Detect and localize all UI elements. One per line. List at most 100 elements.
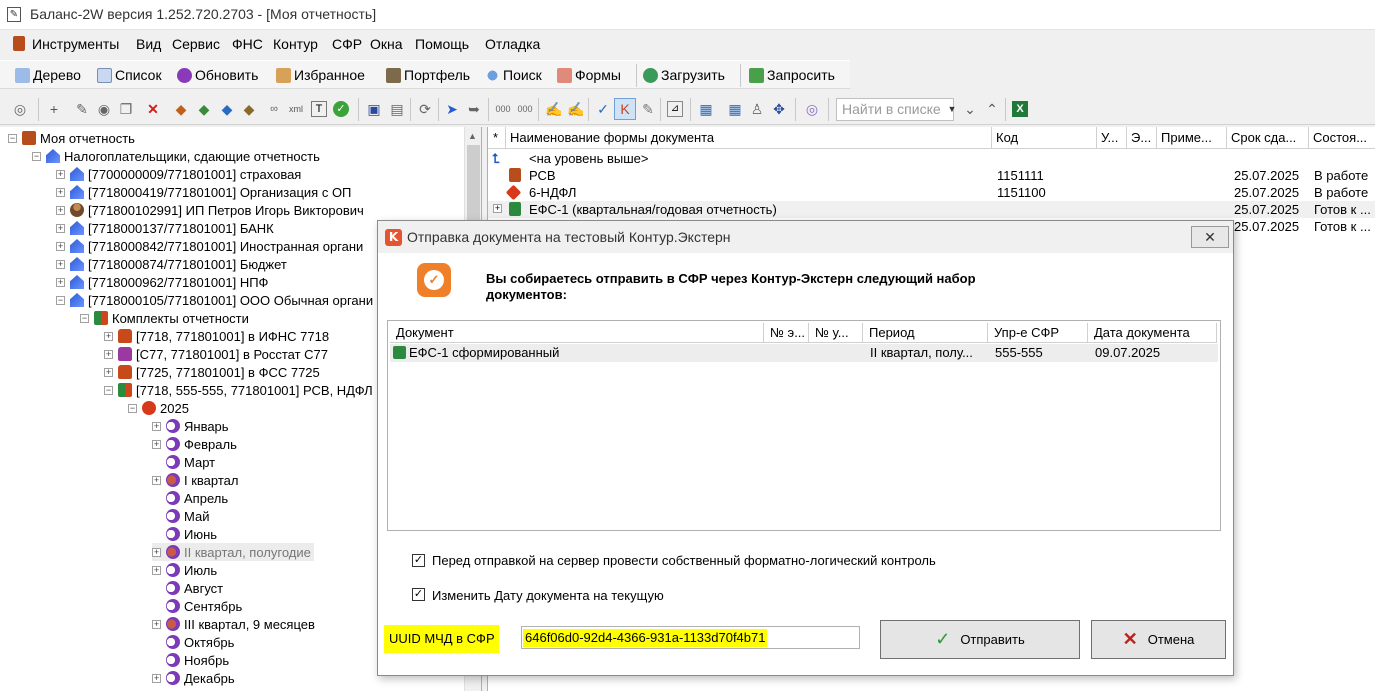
- expand-icon[interactable]: +: [56, 259, 65, 269]
- move-icon[interactable]: ✥: [771, 101, 787, 117]
- grid-row[interactable]: ЕФС-1 сформированный II квартал, полу...…: [390, 344, 1218, 362]
- tree-org[interactable]: + [771800102991] ИП Петров Игорь Викторов…: [56, 201, 364, 219]
- expand-icon[interactable]: +: [152, 547, 161, 557]
- expand-icon[interactable]: +: [56, 241, 65, 251]
- uuid-input[interactable]: 646f06d0-92d4-4366-931a-1133d70f4b71: [521, 626, 860, 649]
- tree-kit[interactable]: + [7718, 771801001] в ИФНС 7718: [104, 327, 329, 345]
- list-row[interactable]: 6-НДФЛ 1151100 25.07.2025 В работе: [488, 184, 1375, 201]
- search-prev-icon[interactable]: ⌃: [984, 101, 1000, 117]
- kontur-check-icon[interactable]: ✓: [595, 101, 611, 117]
- tree-org[interactable]: + [7718000842/771801001] Иностранная орга…: [56, 237, 363, 255]
- tree-period[interactable]: Май: [152, 507, 209, 525]
- expand-icon[interactable]: +: [56, 223, 65, 233]
- col-code[interactable]: Код: [992, 127, 1097, 149]
- grid-col-doc[interactable]: Документ: [390, 323, 764, 343]
- col-e[interactable]: Э...: [1127, 127, 1157, 149]
- portfolio-button[interactable]: Портфель: [386, 66, 470, 84]
- list-row[interactable]: + ЕФС-1 (квартальная/годовая отчетность)…: [488, 201, 1375, 218]
- sync-icon[interactable]: ⟳: [417, 101, 433, 117]
- org-icon[interactable]: ▦: [727, 101, 743, 117]
- expand-icon[interactable]: +: [152, 475, 161, 485]
- list-row-up[interactable]: ⮤ <на уровень выше>: [488, 150, 1375, 167]
- search-input[interactable]: Найти в списке: [836, 98, 954, 121]
- tree-period[interactable]: Апрель: [152, 489, 228, 507]
- tree-org[interactable]: + [7718000137/771801001] БАНК: [56, 219, 274, 237]
- collapse-icon[interactable]: −: [32, 151, 41, 161]
- user-card-icon[interactable]: ▣: [366, 101, 382, 117]
- tree-org[interactable]: + [7718000874/771801001] Бюджет: [56, 255, 287, 273]
- tree-period[interactable]: + Июль: [152, 561, 217, 579]
- expand-icon[interactable]: +: [56, 277, 65, 287]
- list-row[interactable]: РСВ 1151111 25.07.2025 В работе: [488, 167, 1375, 184]
- search-next-icon[interactable]: ⌄: [962, 101, 978, 117]
- collapse-icon[interactable]: −: [104, 385, 113, 395]
- text-icon[interactable]: T: [311, 101, 327, 117]
- tree-period[interactable]: + Февраль: [152, 435, 237, 453]
- kontur-send-icon[interactable]: K: [614, 98, 636, 120]
- col-state[interactable]: Состоя...: [1309, 127, 1375, 149]
- grid-col-upr[interactable]: Упр-е СФР: [988, 323, 1088, 343]
- collapse-icon[interactable]: −: [8, 133, 17, 143]
- col-note[interactable]: Приме...: [1157, 127, 1227, 149]
- excel-icon[interactable]: X: [1012, 101, 1028, 117]
- send-arrow-icon[interactable]: ➤: [444, 101, 460, 117]
- encrypt-icon[interactable]: 000: [495, 101, 511, 117]
- search-dropdown-icon[interactable]: ▼: [944, 101, 960, 117]
- menu-debug[interactable]: Отладка: [485, 36, 540, 52]
- receive-arrow-icon[interactable]: ➥: [466, 101, 482, 117]
- tree-year[interactable]: −2025: [128, 399, 189, 417]
- grid-col-period[interactable]: Период: [863, 323, 988, 343]
- expand-icon[interactable]: +: [152, 673, 161, 683]
- format-control-checkbox[interactable]: ✓: [412, 554, 425, 567]
- menu-view[interactable]: Вид: [136, 36, 161, 52]
- delete-icon[interactable]: ✕: [145, 101, 161, 117]
- link-icon[interactable]: ∞: [266, 101, 282, 117]
- tree-org[interactable]: + [7700000009/771801001] страховая: [56, 165, 301, 183]
- people-icon[interactable]: ♙: [749, 101, 765, 117]
- tree-org[interactable]: + [7718000419/771801001] Организация с ОП: [56, 183, 351, 201]
- col-name[interactable]: Наименование формы документа: [506, 127, 992, 149]
- grid-col-ne[interactable]: № э...: [764, 323, 809, 343]
- menu-kontur[interactable]: Контур: [273, 36, 318, 52]
- tree-kit[interactable]: − [7718, 555-555, 771801001] РСВ, НДФЛ: [104, 381, 373, 399]
- collapse-icon[interactable]: −: [56, 295, 65, 305]
- collapse-icon[interactable]: −: [128, 403, 137, 413]
- tree-period[interactable]: Август: [152, 579, 223, 597]
- tree-org[interactable]: − [7718000105/771801001] ООО Обычная орга…: [56, 291, 373, 309]
- tree-period-selected[interactable]: + II квартал, полугодие: [152, 543, 314, 561]
- decrypt-icon[interactable]: 000: [517, 101, 533, 117]
- tree-period[interactable]: Июнь: [152, 525, 217, 543]
- check-icon[interactable]: ✓: [333, 101, 349, 117]
- expand-icon[interactable]: +: [56, 169, 65, 179]
- collapse-icon[interactable]: −: [80, 313, 89, 323]
- tree-period[interactable]: + Январь: [152, 417, 229, 435]
- book-check-icon[interactable]: ◆: [241, 101, 257, 117]
- change-date-checkbox[interactable]: ✓: [412, 588, 425, 601]
- menu-windows[interactable]: Окна: [370, 36, 403, 52]
- tree-period[interactable]: Сентябрь: [152, 597, 242, 615]
- tree-org[interactable]: + [7718000962/771801001] НПФ: [56, 273, 268, 291]
- tree-period[interactable]: Ноябрь: [152, 651, 229, 669]
- expand-icon[interactable]: +: [104, 349, 113, 359]
- users-icon[interactable]: ▦: [698, 101, 714, 117]
- sign-icon[interactable]: ✍: [545, 101, 562, 117]
- tree-kit[interactable]: + [7725, 771801001] в ФСС 7725: [104, 363, 320, 381]
- view-icon[interactable]: ◎: [12, 101, 28, 117]
- tree-root[interactable]: − Моя отчетность: [8, 129, 135, 147]
- expand-icon[interactable]: +: [104, 331, 113, 341]
- book-green-icon[interactable]: ◆: [196, 101, 212, 117]
- col-u[interactable]: У...: [1097, 127, 1127, 149]
- save-icon[interactable]: ▤: [389, 101, 405, 117]
- expand-icon[interactable]: +: [152, 421, 161, 431]
- expand-icon[interactable]: +: [152, 439, 161, 449]
- menu-service[interactable]: Сервис: [172, 36, 220, 52]
- grid-col-nu[interactable]: № у...: [809, 323, 863, 343]
- menu-fns[interactable]: ФНС: [232, 36, 263, 52]
- col-due[interactable]: Срок сда...: [1227, 127, 1309, 149]
- chart-icon[interactable]: ⊿: [667, 101, 683, 117]
- request-button[interactable]: Запросить: [749, 66, 835, 84]
- tree-taxpayers[interactable]: − Налогоплательщики, сдающие отчетность: [32, 147, 320, 165]
- expand-icon[interactable]: +: [56, 187, 65, 197]
- menu-tools[interactable]: Инструменты: [32, 36, 119, 52]
- book-red-icon[interactable]: ◆: [173, 101, 189, 117]
